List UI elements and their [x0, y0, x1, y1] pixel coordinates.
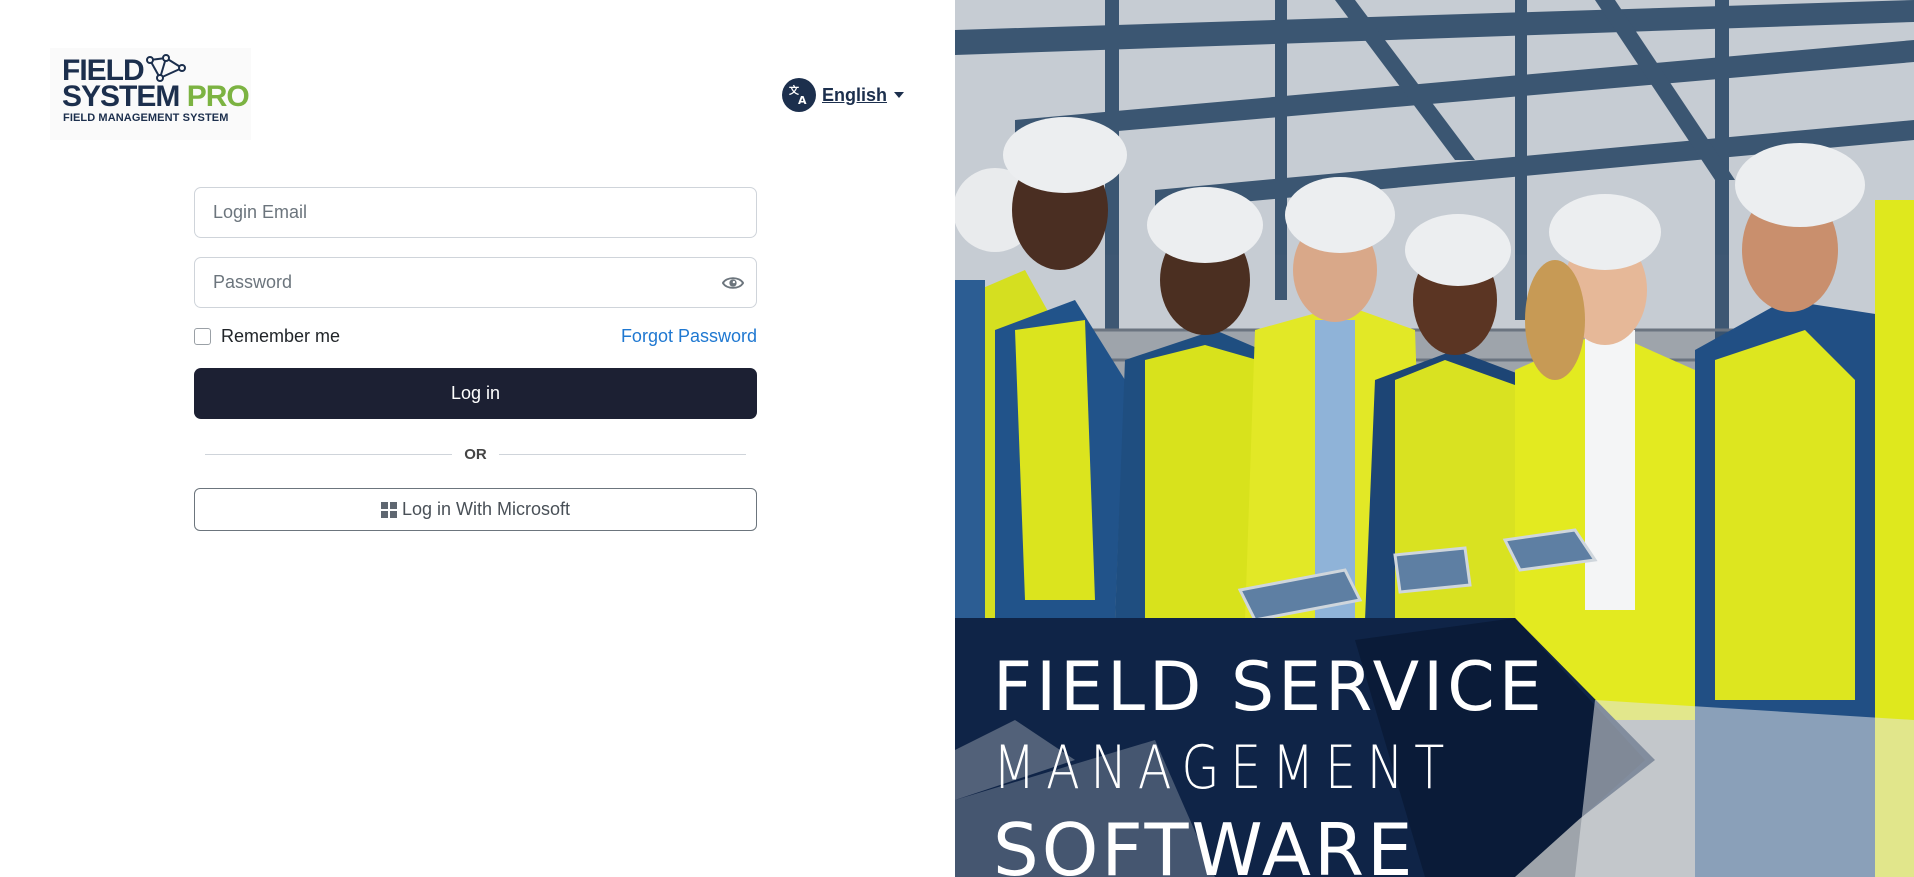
remember-me-checkbox[interactable]: [194, 327, 211, 345]
login-page: FIELD SYSTEM PRO FIELD MANAGEMENT SYSTEM: [0, 0, 1914, 877]
logo-line-2: SYSTEM PRO: [62, 80, 250, 113]
password-field-wrapper: [194, 257, 757, 308]
remember-me-label[interactable]: Remember me: [221, 326, 340, 347]
show-password-eye-icon[interactable]: [722, 272, 744, 294]
microsoft-login-label: Log in With Microsoft: [401, 499, 571, 519]
email-field[interactable]: [195, 188, 756, 237]
language-selector[interactable]: 文 A English: [782, 78, 905, 112]
or-label: OR: [464, 445, 487, 463]
hero-title-line-2: MANAGEMENT: [993, 733, 1455, 803]
hero-title-line-1: FIELD SERVICE: [993, 648, 1546, 727]
divider-line-left: [205, 454, 452, 455]
or-divider: OR: [194, 443, 757, 465]
password-field[interactable]: [195, 258, 756, 307]
hero-image: FIELD SERVICE MANAGEMENT SOFTWARE: [955, 0, 1914, 877]
login-form: Remember me Forgot Password Log in OR Lo…: [194, 187, 757, 531]
svg-text:A: A: [798, 94, 807, 106]
translate-icon: 文 A: [782, 78, 816, 112]
divider-line-right: [499, 454, 746, 455]
remember-me: Remember me: [194, 326, 340, 347]
brand-logo: FIELD SYSTEM PRO FIELD MANAGEMENT SYSTEM: [50, 48, 251, 140]
windows-icon: [380, 501, 397, 518]
login-button[interactable]: Log in: [194, 368, 757, 419]
language-label[interactable]: English: [822, 85, 887, 106]
chevron-down-icon[interactable]: [894, 92, 905, 98]
logo-system-text: SYSTEM: [62, 80, 187, 113]
remember-forgot-row: Remember me Forgot Password: [194, 323, 757, 349]
login-panel: FIELD SYSTEM PRO FIELD MANAGEMENT SYSTEM: [0, 0, 955, 877]
logo-pro-text: PRO: [186, 80, 250, 113]
hero-title-line-3: SOFTWARE: [993, 808, 1416, 877]
microsoft-login-button[interactable]: Log in With Microsoft: [194, 488, 757, 531]
email-field-wrapper: [194, 187, 757, 238]
forgot-password-link[interactable]: Forgot Password: [621, 326, 757, 347]
logo-tagline: FIELD MANAGEMENT SYSTEM: [63, 112, 229, 124]
